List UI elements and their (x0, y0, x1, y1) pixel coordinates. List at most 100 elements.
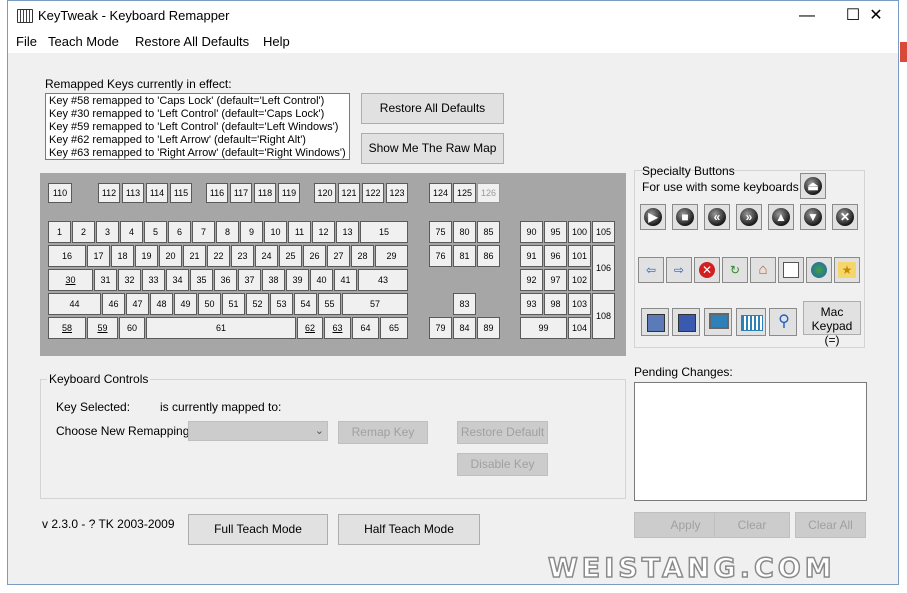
key-110[interactable]: 110 (48, 183, 72, 203)
key-25[interactable]: 25 (279, 245, 302, 267)
key-92[interactable]: 92 (520, 269, 543, 291)
stop-icon[interactable]: ■ (672, 204, 698, 230)
clear-all-button[interactable]: Clear All (795, 512, 866, 538)
key-46[interactable]: 46 (102, 293, 125, 315)
key-61[interactable]: 61 (146, 317, 296, 339)
key-118[interactable]: 118 (254, 183, 276, 203)
key-119[interactable]: 119 (278, 183, 300, 203)
key-90[interactable]: 90 (520, 221, 543, 243)
key-6[interactable]: 6 (168, 221, 191, 243)
key-24[interactable]: 24 (255, 245, 278, 267)
close-button[interactable]: ✕ (854, 1, 898, 31)
key-26[interactable]: 26 (303, 245, 326, 267)
key-60[interactable]: 60 (119, 317, 145, 339)
key-95[interactable]: 95 (544, 221, 567, 243)
key-4[interactable]: 4 (120, 221, 143, 243)
monitor-icon[interactable] (704, 308, 732, 336)
key-20[interactable]: 20 (159, 245, 182, 267)
key-99[interactable]: 99 (520, 317, 567, 339)
key-112[interactable]: 112 (98, 183, 120, 203)
list-item[interactable]: Key #58 remapped to 'Caps Lock' (default… (49, 95, 346, 108)
key-101[interactable]: 101 (568, 245, 591, 267)
menu-file[interactable]: File (16, 34, 37, 49)
remap-key-button[interactable]: Remap Key (338, 421, 428, 444)
key-117[interactable]: 117 (230, 183, 252, 203)
key-100[interactable]: 100 (568, 221, 591, 243)
key-84[interactable]: 84 (453, 317, 476, 339)
key-3[interactable]: 3 (96, 221, 119, 243)
home-icon[interactable]: ⌂ (750, 257, 776, 283)
key-80[interactable]: 80 (453, 221, 476, 243)
key-8[interactable]: 8 (216, 221, 239, 243)
list-item[interactable]: Key #63 remapped to 'Right Arrow' (defau… (49, 147, 346, 160)
rewind-icon[interactable]: « (704, 204, 730, 230)
key-21[interactable]: 21 (183, 245, 206, 267)
key-1[interactable]: 1 (48, 221, 71, 243)
key-2[interactable]: 2 (72, 221, 95, 243)
key-126[interactable]: 126 (477, 183, 500, 203)
fast-forward-icon[interactable]: » (736, 204, 762, 230)
key-49[interactable]: 49 (174, 293, 197, 315)
key-11[interactable]: 11 (288, 221, 311, 243)
remapped-keys-list[interactable]: Key #58 remapped to 'Caps Lock' (default… (45, 93, 350, 160)
key-98[interactable]: 98 (544, 293, 567, 315)
key-38[interactable]: 38 (262, 269, 285, 291)
key-102[interactable]: 102 (568, 269, 591, 291)
key-13[interactable]: 13 (336, 221, 359, 243)
full-teach-mode-button[interactable]: Full Teach Mode (188, 514, 328, 545)
key-29[interactable]: 29 (375, 245, 408, 267)
key-31[interactable]: 31 (94, 269, 117, 291)
mute-icon[interactable]: ✕ (832, 204, 858, 230)
search-doc-icon[interactable] (778, 257, 804, 283)
menu-help[interactable]: Help (263, 34, 290, 49)
key-91[interactable]: 91 (520, 245, 543, 267)
key-59[interactable]: 59 (87, 317, 118, 339)
key-55[interactable]: 55 (318, 293, 341, 315)
key-40[interactable]: 40 (310, 269, 333, 291)
key-18[interactable]: 18 (111, 245, 134, 267)
disable-key-button[interactable]: Disable Key (457, 453, 548, 476)
key-22[interactable]: 22 (207, 245, 230, 267)
key-79[interactable]: 79 (429, 317, 452, 339)
key-124[interactable]: 124 (429, 183, 452, 203)
key-85[interactable]: 85 (477, 221, 500, 243)
key-122[interactable]: 122 (362, 183, 384, 203)
key-120[interactable]: 120 (314, 183, 336, 203)
key-113[interactable]: 113 (122, 183, 144, 203)
key-32[interactable]: 32 (118, 269, 141, 291)
key-86[interactable]: 86 (477, 245, 500, 267)
key-33[interactable]: 33 (142, 269, 165, 291)
key-51[interactable]: 51 (222, 293, 245, 315)
restore-default-button[interactable]: Restore Default (457, 421, 548, 444)
key-106[interactable]: 106 (592, 245, 615, 291)
key-83[interactable]: 83 (453, 293, 476, 315)
key-125[interactable]: 125 (453, 183, 476, 203)
key-15[interactable]: 15 (360, 221, 408, 243)
volume-up-icon[interactable]: ▲ (768, 204, 794, 230)
key-62[interactable]: 62 (297, 317, 323, 339)
key-34[interactable]: 34 (166, 269, 189, 291)
key-116[interactable]: 116 (206, 183, 228, 203)
key-7[interactable]: 7 (192, 221, 215, 243)
key-52[interactable]: 52 (246, 293, 269, 315)
magnifier-icon[interactable]: ⚲ (769, 308, 797, 336)
computer-alt-icon[interactable] (672, 308, 700, 336)
key-41[interactable]: 41 (334, 269, 357, 291)
key-108[interactable]: 108 (592, 293, 615, 339)
stop-red-icon[interactable]: ✕ (694, 257, 720, 283)
eject-icon[interactable]: ⏏ (800, 173, 826, 199)
key-123[interactable]: 123 (386, 183, 408, 203)
key-114[interactable]: 114 (146, 183, 168, 203)
key-104[interactable]: 104 (568, 317, 591, 339)
key-19[interactable]: 19 (135, 245, 158, 267)
key-44[interactable]: 44 (48, 293, 101, 315)
key-63[interactable]: 63 (324, 317, 351, 339)
key-28[interactable]: 28 (351, 245, 374, 267)
key-47[interactable]: 47 (126, 293, 149, 315)
show-raw-map-button[interactable]: Show Me The Raw Map (361, 133, 504, 164)
key-36[interactable]: 36 (214, 269, 237, 291)
pending-changes-list[interactable] (634, 382, 867, 501)
key-27[interactable]: 27 (327, 245, 350, 267)
key-75[interactable]: 75 (429, 221, 452, 243)
key-97[interactable]: 97 (544, 269, 567, 291)
